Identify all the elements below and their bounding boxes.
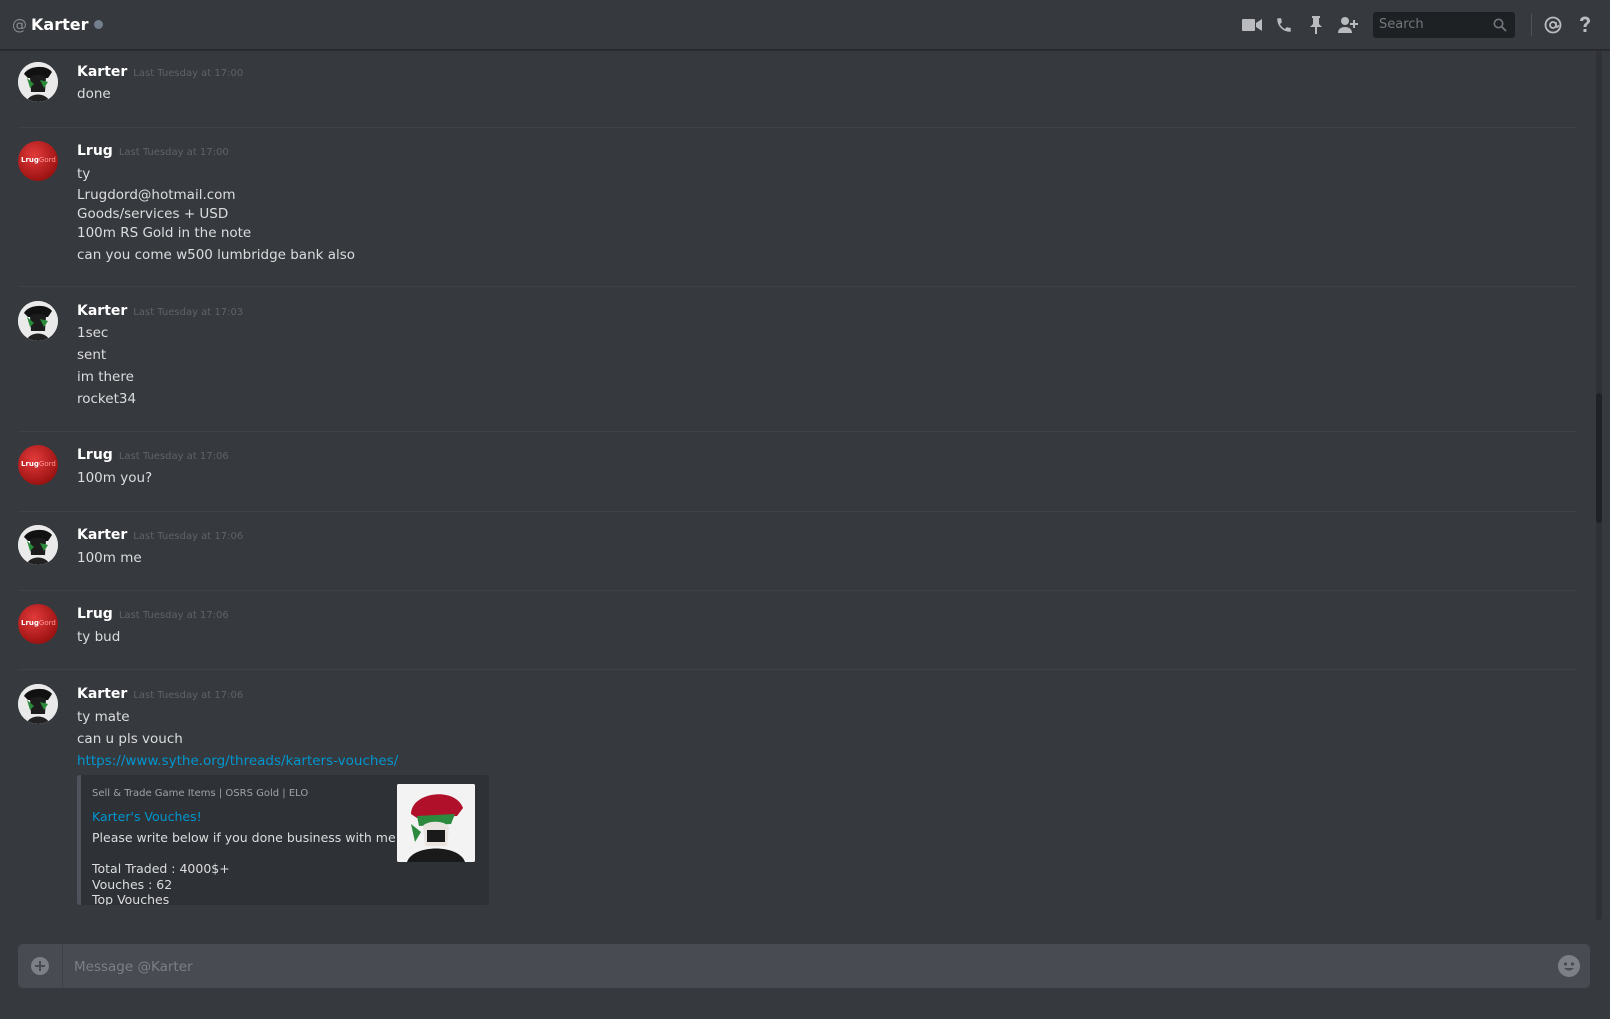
avatar-karter[interactable]	[18, 62, 58, 102]
channel-name: Karter	[31, 15, 89, 34]
search-input[interactable]	[1373, 16, 1491, 33]
message-text: done	[77, 86, 111, 102]
message-text: im there	[77, 369, 134, 385]
link-embed: Sell & Trade Game Items | OSRS Gold | EL…	[77, 775, 489, 905]
vouches-link[interactable]: https://www.sythe.org/threads/karters-vo…	[77, 753, 398, 769]
message-input[interactable]	[72, 955, 1536, 979]
timestamp: Last Tuesday at 17:06	[133, 690, 244, 701]
message-group: LrugGord Lrug Last Tuesday at 17:06 100m…	[18, 432, 1576, 512]
message-text: 100m you?	[77, 470, 153, 486]
message-text: sent	[77, 347, 107, 363]
message-text: 100m me	[77, 550, 142, 566]
timestamp: Last Tuesday at 17:00	[118, 147, 229, 158]
message-text: Lrugdord@hotmail.com	[77, 187, 236, 203]
username[interactable]: Lrug	[77, 143, 113, 159]
voice-call-icon[interactable]	[1273, 14, 1295, 36]
status-offline-icon	[94, 20, 104, 29]
message-group: LrugGord Lrug Last Tuesday at 17:00 ty L…	[18, 128, 1576, 287]
avatar-lrug[interactable]: LrugGord	[18, 604, 58, 644]
message-group: Karter Last Tuesday at 17:06 100m me	[18, 512, 1576, 591]
upload-button[interactable]	[18, 944, 63, 988]
username[interactable]: Karter	[77, 527, 127, 543]
scrollbar-thumb[interactable]	[1596, 393, 1602, 523]
message-list[interactable]: Karter Last Tuesday at 17:00 done LrugGo…	[0, 50, 1596, 920]
video-call-icon[interactable]	[1241, 14, 1263, 36]
timestamp: Last Tuesday at 17:06	[133, 531, 244, 542]
avatar-lrug[interactable]: LrugGord	[18, 445, 58, 485]
add-friend-icon[interactable]	[1337, 14, 1359, 36]
avatar-karter[interactable]	[18, 684, 58, 724]
title-bar: @ Karter	[0, 0, 1610, 50]
message-group: LrugGord Lrug Last Tuesday at 17:06 ty b…	[18, 591, 1576, 670]
embed-detail: Top Vouches	[92, 892, 170, 905]
dm-at-icon: @	[12, 15, 27, 34]
timestamp: Last Tuesday at 17:06	[118, 610, 229, 621]
pin-icon[interactable]	[1305, 14, 1327, 36]
message-composer	[18, 944, 1590, 988]
mentions-icon[interactable]	[1542, 14, 1564, 36]
embed-detail: Total Traded : 4000$+	[92, 861, 230, 876]
message-text: ty mate	[77, 709, 130, 725]
message-group: Karter Last Tuesday at 17:06 ty mate can…	[18, 670, 1576, 920]
avatar-karter[interactable]	[18, 525, 58, 565]
message-text: 1sec	[77, 325, 109, 341]
message-group: Karter Last Tuesday at 17:03 1sec sent i…	[18, 287, 1576, 432]
embed-thumbnail[interactable]	[397, 784, 475, 862]
plus-circle-icon	[31, 957, 49, 975]
avatar-karter[interactable]	[18, 301, 58, 341]
avatar-lrug-logo-text: LrugGord	[21, 460, 56, 468]
help-icon[interactable]	[1574, 14, 1596, 36]
embed-description: Please write below if you done business …	[92, 830, 419, 845]
emoji-picker-icon[interactable]	[1558, 955, 1580, 977]
message-link-line: https://www.sythe.org/threads/karters-vo…	[77, 753, 398, 769]
username[interactable]: Lrug	[77, 606, 113, 622]
avatar-lrug-logo-text: LrugGord	[21, 619, 56, 627]
message-text: rocket34	[77, 391, 137, 407]
toolbar-divider	[1531, 13, 1532, 36]
timestamp: Last Tuesday at 17:06	[118, 451, 229, 462]
message-text: can you come w500 lumbridge bank also	[77, 247, 356, 263]
message-text: ty bud	[77, 629, 121, 645]
timestamp: Last Tuesday at 17:03	[133, 307, 244, 318]
toolbar	[1231, 0, 1596, 49]
embed-detail: Vouches : 62	[92, 877, 173, 892]
embed-title[interactable]: Karter's Vouches!	[92, 809, 202, 824]
search-box[interactable]	[1373, 11, 1515, 38]
message-text: can u pls vouch	[77, 731, 183, 747]
message-text: 100m RS Gold in the note	[77, 225, 252, 241]
search-icon	[1493, 17, 1507, 36]
username[interactable]: Lrug	[77, 447, 113, 463]
avatar-lrug-logo-text: LrugGord	[21, 156, 56, 164]
embed-provider[interactable]: Sell & Trade Game Items | OSRS Gold | EL…	[92, 788, 308, 799]
message-text: ty	[77, 166, 91, 182]
username[interactable]: Karter	[77, 686, 127, 702]
avatar-lrug[interactable]: LrugGord	[18, 141, 58, 181]
message-group: Karter Last Tuesday at 17:00 done	[18, 50, 1576, 128]
username[interactable]: Karter	[77, 303, 127, 319]
message-text: Goods/services + USD	[77, 206, 229, 222]
timestamp: Last Tuesday at 17:00	[133, 68, 244, 79]
username[interactable]: Karter	[77, 64, 127, 80]
